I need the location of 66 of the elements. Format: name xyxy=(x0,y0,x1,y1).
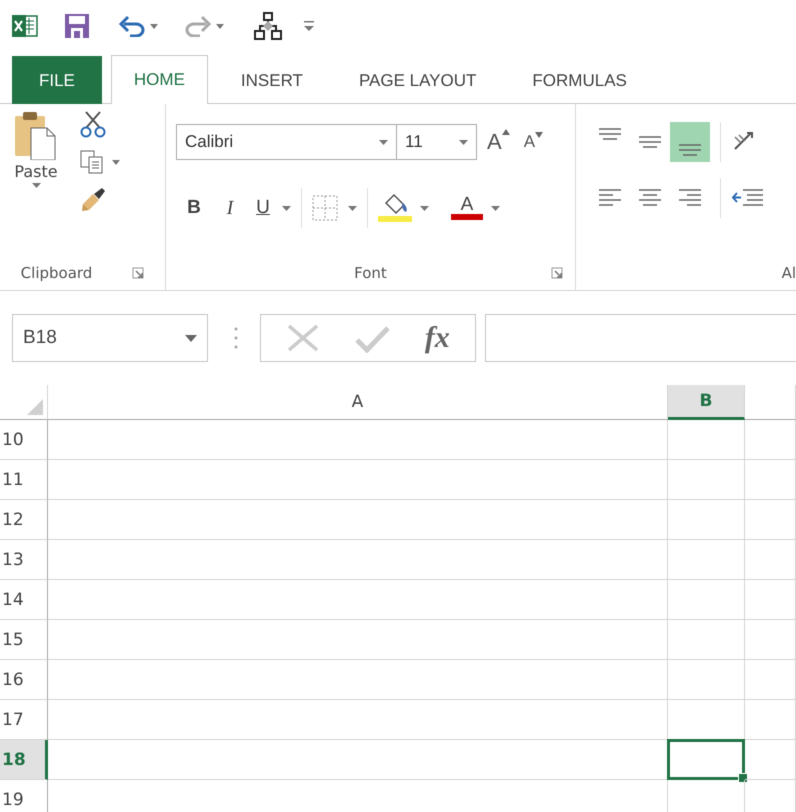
row-header[interactable]: 15 xyxy=(0,620,48,660)
save-icon[interactable] xyxy=(64,13,90,39)
row-header[interactable]: 14 xyxy=(0,580,48,620)
insert-function-button[interactable]: fx xyxy=(424,321,450,355)
caret-icon[interactable] xyxy=(112,160,120,164)
customize-icon[interactable] xyxy=(304,20,314,32)
caret-icon xyxy=(185,334,197,342)
dialog-launcher-icon[interactable] xyxy=(551,267,563,279)
active-cell[interactable] xyxy=(667,739,745,780)
row-header[interactable]: 16 xyxy=(0,660,48,700)
ribbon-tab[interactable]: PAGE LAYOUT xyxy=(336,57,500,104)
caret-icon xyxy=(32,183,40,188)
dialog-launcher-icon[interactable] xyxy=(132,267,144,279)
caret-icon xyxy=(535,132,544,138)
spreadsheet-app-icon xyxy=(12,14,38,38)
caret-icon[interactable] xyxy=(282,206,291,210)
group-label: Clipboard xyxy=(20,264,92,282)
column-header[interactable]: B xyxy=(668,385,745,420)
brush-icon[interactable] xyxy=(80,186,106,212)
copy-icon[interactable] xyxy=(80,150,104,174)
group-label: Al xyxy=(782,264,796,282)
diagram-icon[interactable] xyxy=(254,12,282,40)
fill-color-icon[interactable] xyxy=(378,193,412,223)
bottom-align-icon xyxy=(679,144,701,156)
paste-button[interactable]: Paste xyxy=(6,110,66,256)
undo-icon[interactable] xyxy=(118,15,146,37)
caret-icon xyxy=(379,140,388,144)
vertical-align-button[interactable] xyxy=(670,122,710,162)
formula-input-field[interactable] xyxy=(485,314,796,362)
select-all-icon[interactable] xyxy=(27,399,43,415)
row-header[interactable]: 10 xyxy=(0,420,48,460)
ribbon-tab[interactable]: INSERT xyxy=(218,57,326,104)
caret-icon[interactable] xyxy=(348,206,357,210)
scissors-icon[interactable] xyxy=(80,110,106,138)
ribbon-tab[interactable]: FORMULAS xyxy=(509,57,650,104)
caret-icon xyxy=(459,140,468,144)
row-header[interactable]: 13 xyxy=(0,540,48,580)
file-tab[interactable]: FILE xyxy=(12,56,102,104)
shrink-font-button[interactable]: A xyxy=(524,132,544,152)
redo-icon[interactable] xyxy=(184,15,212,37)
row-header[interactable]: 18 xyxy=(0,740,48,780)
borders-icon[interactable] xyxy=(312,195,338,221)
row-header[interactable]: 19 xyxy=(0,780,48,812)
caret-icon[interactable] xyxy=(150,24,158,28)
row-header[interactable]: 11 xyxy=(0,460,48,500)
caret-icon[interactable] xyxy=(491,206,500,210)
grow-font-button[interactable]: A xyxy=(487,129,510,155)
bold-button[interactable]: B xyxy=(176,197,212,219)
ribbon-tab[interactable]: HOME xyxy=(110,55,208,104)
middle-align-icon xyxy=(639,136,661,148)
italic-button[interactable]: I xyxy=(212,196,248,220)
font-size-dropdown[interactable]: 11 xyxy=(397,124,477,160)
drag-handle-icon[interactable] xyxy=(234,327,238,349)
caret-icon[interactable] xyxy=(216,24,224,28)
top-align-icon xyxy=(599,128,621,140)
column-header[interactable]: A xyxy=(48,385,668,420)
group-label: Font xyxy=(354,264,387,282)
caret-icon xyxy=(502,129,510,135)
underline-button[interactable]: U xyxy=(248,197,278,219)
caret-icon[interactable] xyxy=(420,206,429,210)
row-header[interactable]: 12 xyxy=(0,500,48,540)
name-box[interactable]: B18 xyxy=(12,314,208,362)
font-color-button[interactable]: A xyxy=(451,196,483,220)
font-name-dropdown[interactable]: Calibri xyxy=(176,124,397,160)
column-header[interactable] xyxy=(745,385,796,420)
cancel-icon[interactable] xyxy=(286,323,320,353)
